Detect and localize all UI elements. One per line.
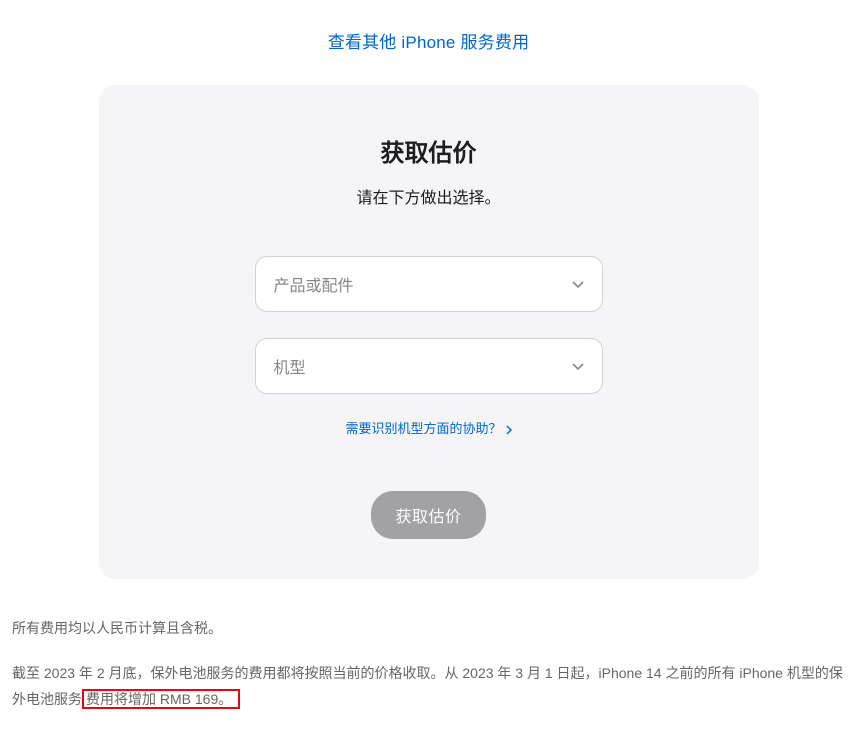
help-link-label: 需要识别机型方面的协助？ (345, 418, 501, 437)
footer-line2-part2: 费用将增加 RMB 169。 (86, 691, 232, 707)
top-link-container: 查看其他 iPhone 服务费用 (0, 0, 857, 73)
view-other-fees-link[interactable]: 查看其他 iPhone 服务费用 (328, 33, 530, 52)
estimate-card: 获取估价 请在下方做出选择。 产品或配件 机型 需要识别机型方面的协助？ 获取估… (99, 85, 759, 579)
footer-price-change-note: 截至 2023 年 2 月底，保外电池服务的费用都将按照当前的价格收取。从 20… (12, 660, 845, 713)
model-select-wrap: 机型 (255, 338, 603, 394)
footer-notes: 所有费用均以人民币计算且含税。 截至 2023 年 2 月底，保外电池服务的费用… (0, 603, 857, 743)
model-select[interactable]: 机型 (255, 338, 603, 394)
product-select[interactable]: 产品或配件 (255, 256, 603, 312)
footer-tax-note: 所有费用均以人民币计算且含税。 (12, 615, 845, 642)
product-select-wrap: 产品或配件 (255, 256, 603, 312)
identify-model-help-link[interactable]: 需要识别机型方面的协助？ (345, 418, 511, 437)
card-title: 获取估价 (139, 133, 719, 168)
submit-row: 获取估价 (139, 491, 719, 539)
card-subtitle: 请在下方做出选择。 (139, 184, 719, 208)
get-estimate-button[interactable]: 获取估价 (371, 491, 485, 539)
annotation-highlight-box: 费用将增加 RMB 169。 (82, 689, 240, 709)
chevron-right-icon (506, 423, 512, 433)
